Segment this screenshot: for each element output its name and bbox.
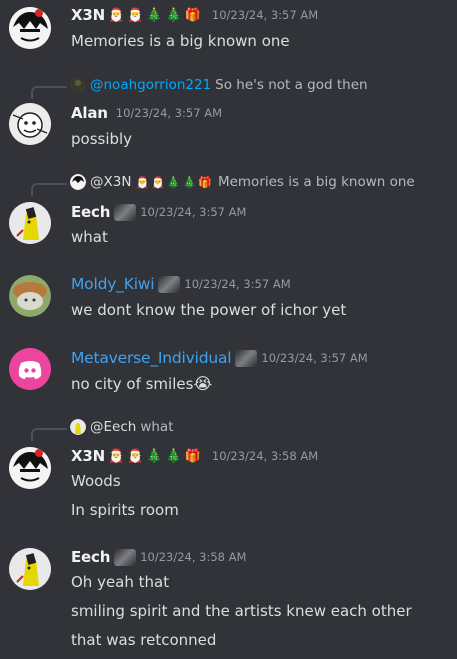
author-name[interactable]: Eech [71, 203, 110, 221]
message-header: X3N 🎅 🎅 🎄 🎄 🎁 10/23/24, 3:57 AM [71, 6, 318, 24]
message-text: no city of smiles😭 [71, 374, 212, 393]
role-icon [158, 275, 181, 293]
crying-emoji-icon: 😭 [193, 374, 213, 393]
timestamp[interactable]: 10/23/24, 3:57 AM [261, 351, 367, 365]
gift-badge-icon: 🎁 [184, 448, 201, 464]
avatar[interactable] [9, 348, 51, 390]
santa-badge-icon: 🎅 [127, 448, 144, 464]
reply-author[interactable]: @Eech [90, 419, 136, 435]
avatar[interactable] [9, 447, 51, 489]
message-text: smiling spirit and the artists knew each… [71, 602, 412, 620]
santa-badge-icon: 🎅 [107, 7, 125, 23]
tree-badge-icon: 🎄 [165, 448, 182, 464]
message-text-content: no city of smiles [71, 375, 194, 393]
santa-badge-icon: 🎅 [151, 175, 165, 189]
author-name[interactable]: X3N [71, 6, 105, 24]
tree-badge-icon: 🎄 [146, 448, 163, 464]
message-text: In spirits room [71, 501, 179, 519]
avatar[interactable] [9, 548, 51, 590]
author-name[interactable]: X3N [71, 447, 105, 465]
message-text: possibly [71, 130, 133, 148]
tree-badge-icon: 🎄 [146, 7, 163, 23]
message-text: that was retconned [71, 631, 217, 649]
author-name[interactable]: Metaverse_Individual [71, 349, 232, 367]
santa-badge-icon: 🎅 [135, 175, 150, 189]
timestamp[interactable]: 10/23/24, 3:58 AM [140, 550, 246, 564]
gift-badge-icon: 🎁 [198, 175, 212, 189]
message-text: Oh yeah that [71, 573, 170, 591]
badge-list: 🎅 🎅 🎄 🎄 🎁 [108, 449, 204, 464]
reply-mention[interactable]: @noahgorrion221 [90, 77, 211, 93]
reply-avatar [70, 174, 86, 190]
reply-badge-list: 🎅 🎅 🎄 🎄 🎁 [135, 176, 214, 189]
message-header: Moldy_Kiwi 10/23/24, 3:57 AM [71, 275, 291, 293]
timestamp[interactable]: 10/23/24, 3:57 AM [116, 106, 222, 120]
tree-badge-icon: 🎄 [165, 7, 182, 23]
santa-badge-icon: 🎅 [107, 448, 125, 464]
message-header: Alan 10/23/24, 3:57 AM [71, 104, 222, 122]
reply-spine [31, 86, 67, 99]
reply-avatar [70, 77, 86, 93]
timestamp[interactable]: 10/23/24, 3:57 AM [212, 8, 318, 22]
tree-badge-icon: 🎄 [182, 175, 197, 189]
message-text: we dont know the power of ichor yet [71, 301, 347, 319]
timestamp[interactable]: 10/23/24, 3:57 AM [140, 205, 246, 219]
reply-text[interactable]: what [140, 419, 173, 435]
message-text: Woods [71, 472, 121, 490]
timestamp[interactable]: 10/23/24, 3:58 AM [212, 449, 318, 463]
author-name[interactable]: Eech [71, 548, 110, 566]
role-icon [114, 203, 137, 221]
discord-logo-icon [9, 348, 51, 390]
message-header: Metaverse_Individual 10/23/24, 3:57 AM [71, 349, 368, 367]
reply-spine [31, 183, 67, 196]
avatar[interactable] [9, 202, 51, 244]
author-name[interactable]: Moldy_Kiwi [71, 275, 155, 293]
timestamp[interactable]: 10/23/24, 3:57 AM [184, 277, 290, 291]
reply-avatar [70, 419, 86, 435]
message-header: Eech 10/23/24, 3:58 AM [71, 548, 246, 566]
message-text: Memories is a big known one [71, 32, 290, 50]
badge-list: 🎅 🎅 🎄 🎄 🎁 [108, 8, 204, 23]
reply-preview[interactable]: @Eech what [70, 419, 174, 435]
role-icon [235, 349, 258, 367]
message-header: Eech 10/23/24, 3:57 AM [71, 203, 246, 221]
author-name[interactable]: Alan [71, 104, 108, 122]
reply-preview[interactable]: @noahgorrion221 So he's not a god then [70, 77, 368, 93]
avatar[interactable] [9, 275, 51, 317]
santa-badge-icon: 🎅 [127, 7, 144, 23]
avatar[interactable] [9, 103, 51, 145]
role-icon [114, 548, 137, 566]
tree-badge-icon: 🎄 [166, 175, 181, 189]
reply-preview[interactable]: @X3N 🎅 🎅 🎄 🎄 🎁 Memories is a big known one [70, 174, 415, 190]
reply-author[interactable]: @X3N [90, 174, 131, 190]
reply-text[interactable]: Memories is a big known one [218, 174, 415, 190]
avatar[interactable] [9, 7, 51, 49]
message-text: what [71, 228, 108, 246]
gift-badge-icon: 🎁 [184, 7, 201, 23]
reply-spine [31, 428, 67, 441]
reply-text[interactable]: So he's not a god then [215, 77, 367, 93]
message-header: X3N 🎅 🎅 🎄 🎄 🎁 10/23/24, 3:58 AM [71, 447, 318, 465]
